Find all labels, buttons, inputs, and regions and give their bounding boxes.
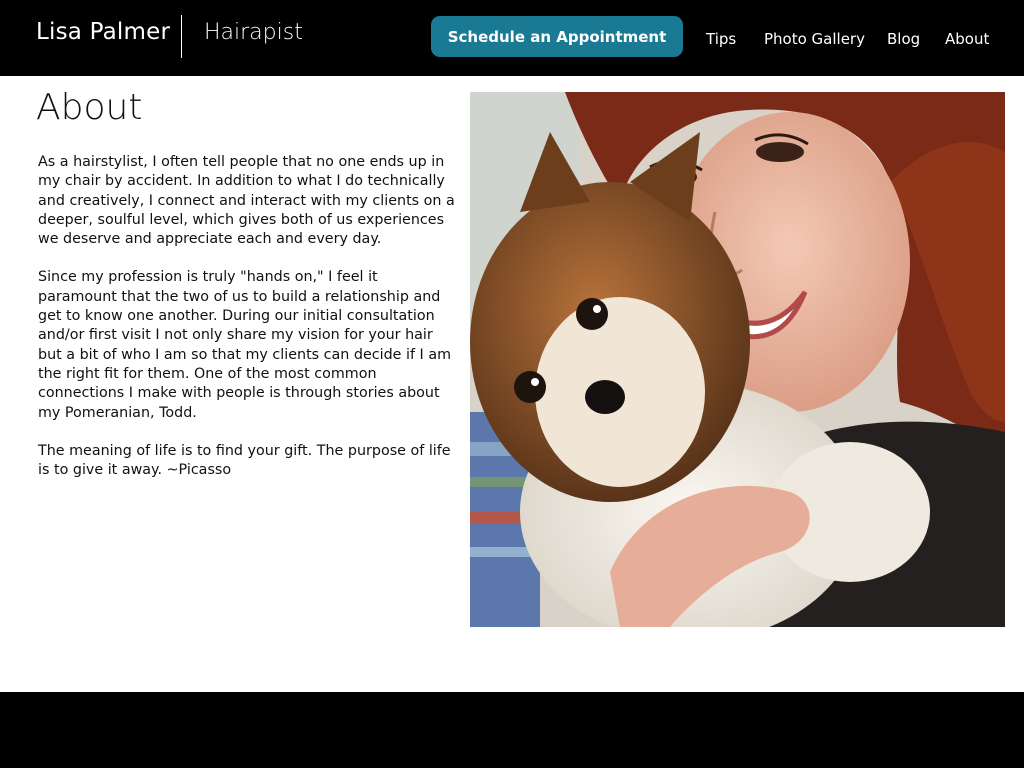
nav-blog[interactable]: Blog <box>887 30 920 48</box>
site-header: Lisa Palmer Hairapist Schedule an Appoin… <box>0 0 1024 76</box>
brand-divider <box>181 15 182 58</box>
site-footer <box>0 692 1024 768</box>
brand-name[interactable]: Lisa Palmer <box>36 19 170 45</box>
about-quote: The meaning of life is to find your gift… <box>38 442 451 479</box>
about-text: As a hairstylist, I often tell people th… <box>38 153 458 499</box>
woman-with-pomeranian-photo <box>470 92 1005 627</box>
nav-about[interactable]: About <box>945 30 989 48</box>
schedule-appointment-button[interactable]: Schedule an Appointment <box>431 16 683 57</box>
about-paragraph: As a hairstylist, I often tell people th… <box>38 154 455 248</box>
nav-tips[interactable]: Tips <box>706 30 736 48</box>
brand-tagline: Hairapist <box>204 20 303 45</box>
about-paragraph: Since my profession is truly "hands on,"… <box>38 269 452 421</box>
page-title: About <box>36 87 143 128</box>
nav-photo-gallery[interactable]: Photo Gallery <box>764 30 865 48</box>
